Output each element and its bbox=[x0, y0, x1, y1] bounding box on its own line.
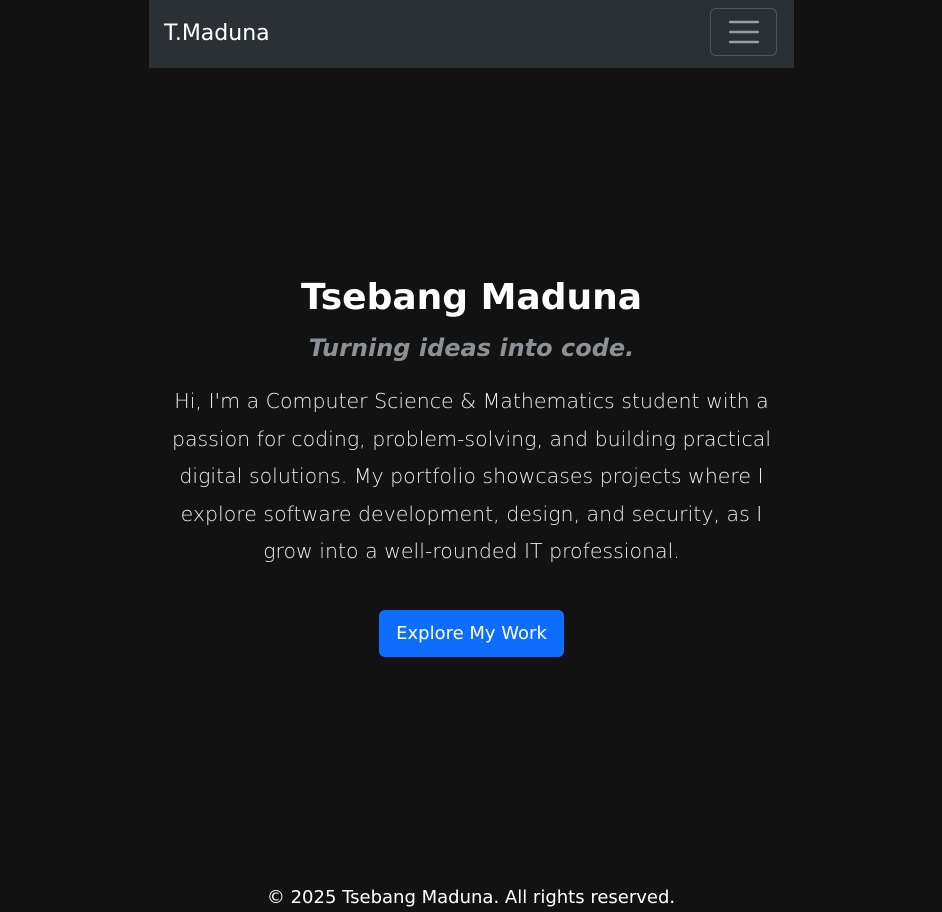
hamburger-menu-icon bbox=[728, 18, 760, 46]
navbar: T.Maduna bbox=[149, 0, 794, 68]
hero-tagline: Turning ideas into code. bbox=[308, 334, 635, 362]
hero-intro: Hi, I'm a Computer Science & Mathematics… bbox=[171, 389, 772, 563]
hero-title: Tsebang Maduna bbox=[300, 277, 643, 318]
navbar-brand[interactable]: T.Maduna bbox=[164, 20, 270, 48]
navbar-toggler-button[interactable] bbox=[710, 8, 777, 56]
hero-section: Tsebang Maduna Turning ideas into code. … bbox=[149, 270, 794, 657]
explore-work-button[interactable]: Explore My Work bbox=[379, 609, 564, 657]
footer-copyright: © 2025 Tsebang Maduna. All rights reserv… bbox=[266, 887, 676, 908]
